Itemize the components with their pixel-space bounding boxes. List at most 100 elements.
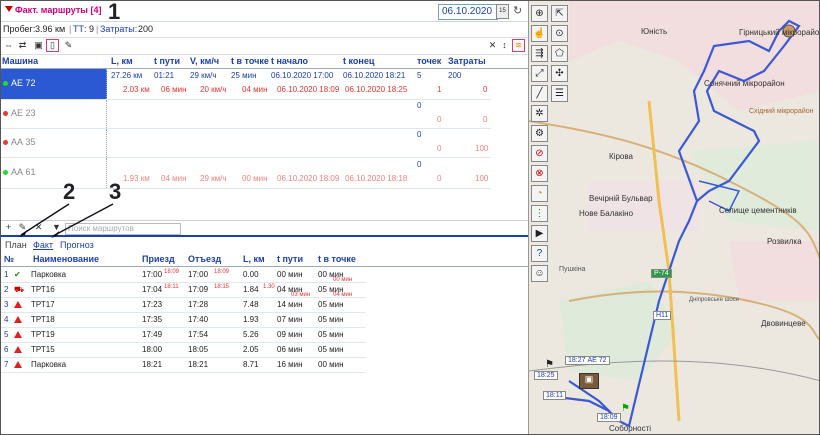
map-view[interactable]: Юність Гірницький мікрорайон Сонячний мі… xyxy=(529,1,820,435)
route-row[interactable]: АЕ 23 0 0 0 xyxy=(1,100,491,129)
col-time-at-point[interactable]: t в точке xyxy=(231,56,269,66)
routes-grid-header: Машина L, км t пути V, км/ч t в точке t … xyxy=(1,54,528,69)
hand-icon[interactable]: ☝ xyxy=(531,25,548,42)
col-start[interactable]: t начало xyxy=(271,56,308,66)
calendar-icon[interactable]: 15 xyxy=(496,4,509,19)
length-plan: 1.84 xyxy=(243,285,259,294)
travel-time-plan: 14 мин xyxy=(277,300,303,309)
travel-time-plan: 09 мин xyxy=(277,330,303,339)
car-marker-icon[interactable]: ▣ xyxy=(579,373,599,389)
start-flag-icon[interactable]: ⚑ xyxy=(621,403,630,414)
arrow-line xyxy=(20,203,70,236)
col-travel-time[interactable]: t пути xyxy=(154,56,180,66)
finish-flag-icon[interactable]: ⚑ xyxy=(545,359,554,370)
departure-plan: 17:00 xyxy=(188,270,209,279)
list-icon[interactable]: ☰ xyxy=(551,85,568,102)
col-speed[interactable]: V, км/ч xyxy=(190,56,219,66)
film-icon[interactable]: ▶ xyxy=(531,225,548,242)
vehicle-name: АА 35 xyxy=(11,137,36,147)
print-icon[interactable]: ▣ xyxy=(33,40,44,51)
vehicle-cell[interactable]: АА 35 xyxy=(1,129,107,157)
table-row[interactable]: 6 ТРТ15 18:00 18:05 2.05 06 мин 05 мин xyxy=(1,342,366,358)
arrow-head-icon xyxy=(19,230,27,237)
crosshair-icon[interactable]: ⊕ xyxy=(531,5,548,22)
dog-icon[interactable]: ☺ xyxy=(531,265,548,282)
route-row[interactable]: АА 35 0 0 100 xyxy=(1,129,491,158)
map-time-label[interactable]: 18:11 xyxy=(543,391,566,400)
car-icon[interactable]: ⚙ xyxy=(531,125,548,142)
sort-icon[interactable]: ↕ xyxy=(499,40,510,51)
cursor-select-icon[interactable]: ⇱ xyxy=(551,5,568,22)
status-dot-icon xyxy=(3,111,8,116)
rss-icon[interactable]: ≋ xyxy=(512,39,525,52)
refresh-icon[interactable]: ↻ xyxy=(513,4,522,17)
departure-plan: 17:09 xyxy=(188,285,209,294)
length-plan: 0.00 xyxy=(243,270,259,279)
col-arrival[interactable]: Приезд xyxy=(142,254,175,264)
mileage-label: Пробег: xyxy=(3,24,36,34)
warning-icon xyxy=(14,346,22,353)
map-vehicle-label[interactable]: 18:27 АЕ 72 xyxy=(565,356,610,365)
table-row[interactable]: 7 Парковка 18:21 18:21 8.71 16 мин 00 мин xyxy=(1,357,366,373)
map-tool-column: ⊕ ⇱ ☝ ⊙ ⇶ ⬠ ⤢ ✣ ╱ ☰ ✲ ⚙ ⊘ ⊗ ◔ ⋮ ▶ ? ☺ xyxy=(529,1,568,301)
col-time-at-point[interactable]: t в точке xyxy=(318,254,356,264)
shuffle-icon[interactable]: ✕ xyxy=(487,40,498,51)
panel-title: Факт. маршруты [4] xyxy=(15,5,102,15)
arrival-plan: 17:49 xyxy=(142,330,163,339)
arrival-plan: 17:23 xyxy=(142,300,163,309)
table-row[interactable]: 3 ТРТ17 17:23 17:28 7.48 14 мин 05 мин xyxy=(1,297,366,313)
ruler-icon[interactable]: ╱ xyxy=(531,85,548,102)
pacman-icon[interactable]: ◔ xyxy=(531,185,548,202)
map-label: Нове Балакіно xyxy=(579,209,634,218)
col-end[interactable]: t конец xyxy=(343,56,374,66)
warning-icon[interactable]: ⊘ xyxy=(531,145,548,162)
map-canvas[interactable]: Юність Гірницький мікрорайон Сонячний мі… xyxy=(529,1,820,435)
document-icon[interactable]: ▯ xyxy=(46,39,59,52)
vehicle-name: АЕ 72 xyxy=(11,78,36,88)
help-icon[interactable]: ? xyxy=(531,245,548,262)
collapse-triangle-icon[interactable] xyxy=(5,6,13,12)
table-row[interactable]: 1 ✔ Парковка 17:00 18:09 17:00 18:09 0.00 00 мин… xyxy=(1,267,366,283)
polygon-icon[interactable]: ⬠ xyxy=(551,45,568,62)
col-vehicle[interactable]: Машина xyxy=(2,56,38,66)
map-road-label: H11 xyxy=(653,311,672,320)
collapse-all-icon[interactable]: ⇔ xyxy=(3,40,14,51)
col-cost[interactable]: Затраты xyxy=(448,56,486,66)
col-length[interactable]: L, км xyxy=(243,254,265,264)
pin-icon[interactable]: ⊙ xyxy=(551,25,568,42)
table-row[interactable]: 2 ⛟ ТРТ16 17:04 18:11 17:09 18:15 1.84 1.30 04 ми… xyxy=(1,282,366,298)
traffic-light-icon[interactable]: ⋮ xyxy=(531,205,548,222)
col-travel-time[interactable]: t пути xyxy=(277,254,303,264)
expand-all-icon[interactable]: ⇄ xyxy=(17,40,28,51)
gear-icon[interactable]: ✲ xyxy=(531,105,548,122)
wand-icon[interactable]: ✣ xyxy=(551,65,568,82)
route-row[interactable]: АЕ 72 27.26 км 01:21 29 км/ч 25 мин 06.1… xyxy=(1,69,491,100)
table-row[interactable]: 5 ТРТ19 17:49 17:54 5.26 09 мин 05 мин xyxy=(1,327,366,343)
departure-plan: 17:40 xyxy=(188,315,209,324)
row-number: 5 xyxy=(4,330,9,339)
wrench-icon[interactable]: ✎ xyxy=(63,40,74,51)
arrival-plan: 17:00 xyxy=(142,270,163,279)
tt-label: ТТ: xyxy=(73,24,87,34)
col-points[interactable]: точек xyxy=(417,56,441,66)
panel-titlebar: Факт. маршруты [4] 06.10.2020 15 ↻ xyxy=(1,1,528,22)
point-name: ТРТ18 xyxy=(31,315,55,324)
point-name: Парковка xyxy=(31,360,67,369)
length-fact: 1.30 xyxy=(263,284,275,290)
map-time-label[interactable]: 18:09 xyxy=(597,413,621,422)
route-arrows-icon[interactable]: ⇶ xyxy=(531,45,548,62)
vehicle-cell[interactable]: АА 61 xyxy=(1,158,107,188)
table-row[interactable]: 4 ТРТ18 17:35 17:40 1.93 07 мин 05 мин xyxy=(1,312,366,328)
vehicle-cell[interactable]: АЕ 23 xyxy=(1,100,107,128)
date-field[interactable]: 06.10.2020 xyxy=(438,4,498,20)
vehicle-cell[interactable]: АЕ 72 xyxy=(1,69,107,99)
map-label: Пушкіна xyxy=(559,265,586,273)
col-length[interactable]: L, км xyxy=(111,56,133,66)
stop-icon[interactable]: ⊗ xyxy=(531,165,548,182)
departure-plan: 18:21 xyxy=(188,360,209,369)
map-time-label[interactable]: 18:25 xyxy=(534,371,558,380)
col-departure[interactable]: Отъезд xyxy=(188,254,221,264)
travel-time-plan: 06 мин xyxy=(277,345,303,354)
measure-icon[interactable]: ⤢ xyxy=(531,65,548,82)
point-name: ТРТ17 xyxy=(31,300,55,309)
